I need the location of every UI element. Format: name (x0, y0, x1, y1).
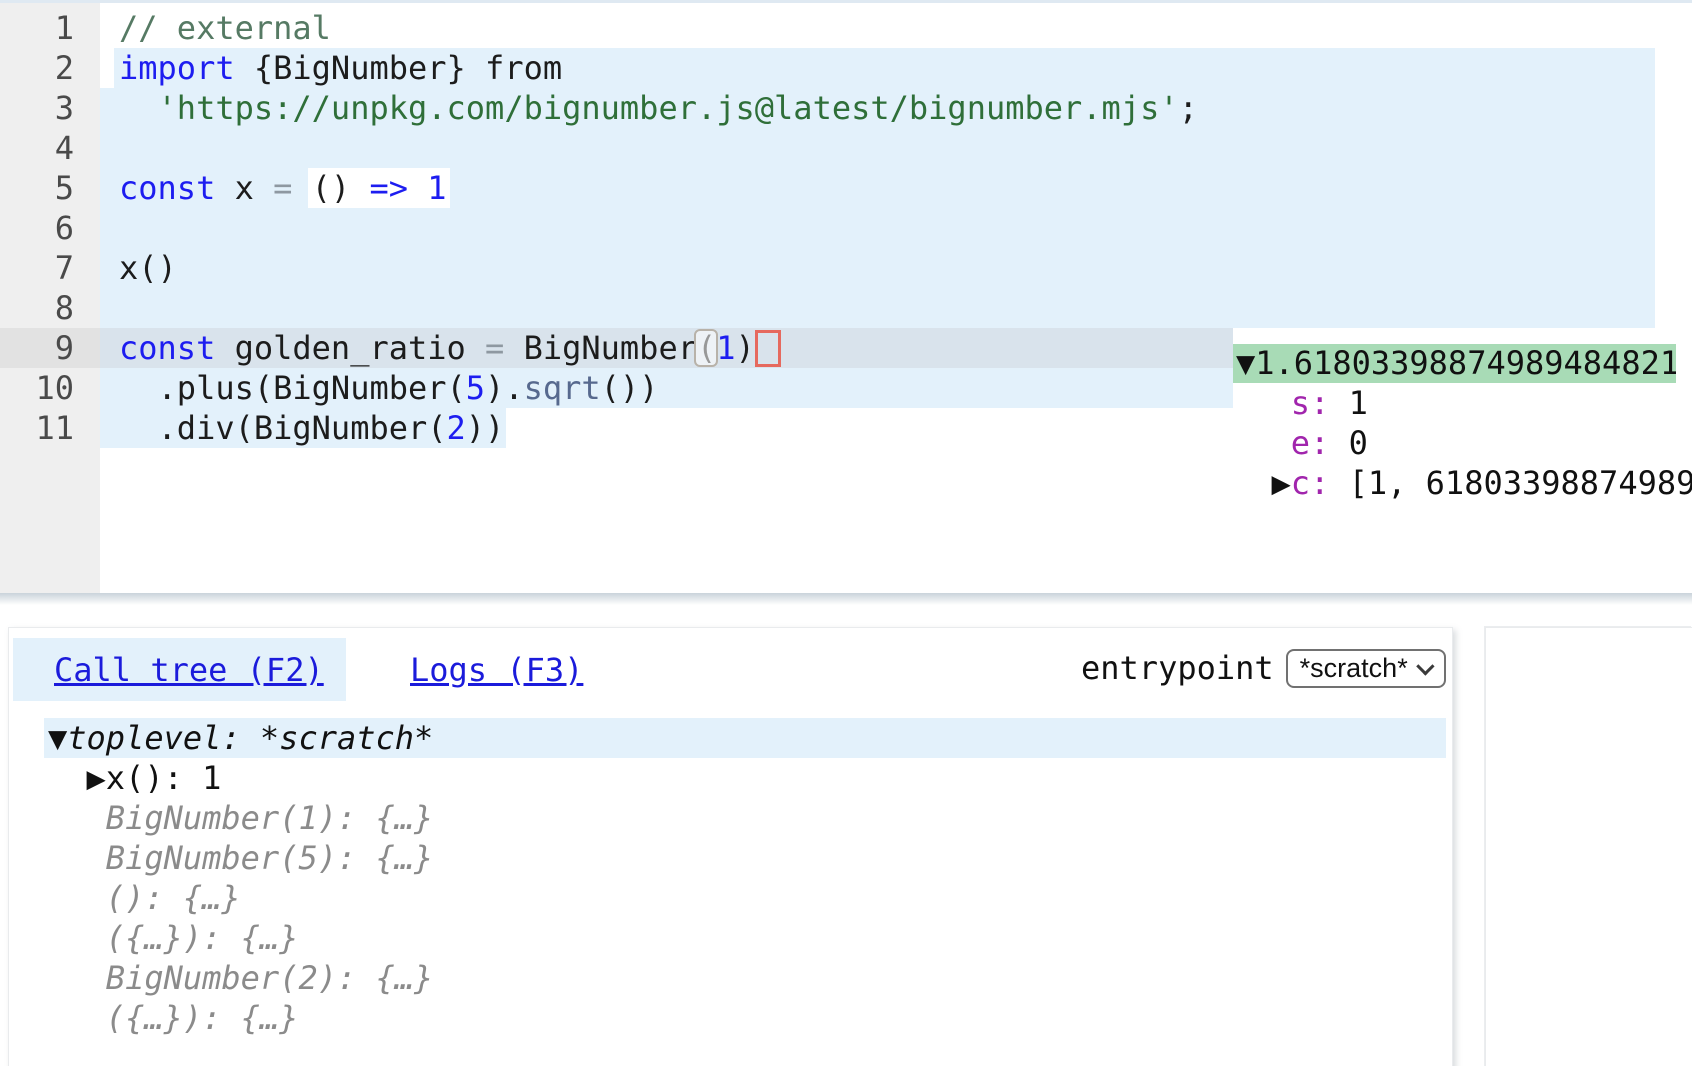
call-tree-row[interactable]: ({…}): {…} (44, 998, 1446, 1038)
call-tree-row[interactable]: ▶x(): 1 (44, 758, 1446, 798)
call-tree-row[interactable]: ({…}): {…} (44, 918, 1446, 958)
bracket-match-box (694, 329, 718, 367)
tab-logs[interactable]: Logs (F3) (346, 638, 583, 701)
line-number: 1 (0, 8, 100, 48)
object-fields: s: 1 e: 0 ▶c: [1, 61803398874989 (1233, 383, 1692, 503)
editor-bottom-shadow (0, 593, 1692, 605)
chevron-down-icon (1416, 657, 1434, 675)
line-number: 9 (0, 328, 100, 368)
code-line[interactable] (119, 288, 1198, 328)
result-value: 1.61803398874989484821 (1255, 344, 1676, 382)
tab-bar: Call tree (F2) Logs (F3) (13, 638, 583, 701)
entrypoint-control: entrypoint *scratch* (1081, 646, 1446, 690)
line-number: 7 (0, 248, 100, 288)
collapse-triangle-icon[interactable]: ▼ (1236, 344, 1255, 382)
line-number: 5 (0, 168, 100, 208)
line-numbers: 1234567891011 (0, 8, 100, 448)
result-value-bar[interactable]: ▼1.61803398874989484821 (1233, 344, 1676, 383)
code-line[interactable] (119, 208, 1198, 248)
call-tree-row[interactable]: BigNumber(5): {…} (44, 838, 1446, 878)
code-editor[interactable]: 1234567891011 // externalimport {BigNumb… (0, 0, 1692, 593)
object-field-row[interactable]: ▶c: [1, 61803398874989 (1233, 463, 1692, 503)
code-line[interactable]: 'https://unpkg.com/bignumber.js@latest/b… (119, 88, 1198, 128)
object-field-row: e: 0 (1233, 423, 1692, 463)
line-number: 2 (0, 48, 100, 88)
object-field-row: s: 1 (1233, 383, 1692, 423)
code-line[interactable]: import {BigNumber} from (119, 48, 1198, 88)
entrypoint-label: entrypoint (1081, 649, 1274, 687)
code-text[interactable]: // externalimport {BigNumber} from 'http… (119, 8, 1198, 448)
code-line[interactable]: x() (119, 248, 1198, 288)
inline-result-overlay: ▼1.61803398874989484821 s: 1 e: 0 ▶c: [1… (1233, 344, 1692, 510)
code-line[interactable]: // external (119, 8, 1198, 48)
entrypoint-selected-value: *scratch* (1300, 653, 1408, 684)
line-number: 11 (0, 408, 100, 448)
code-line[interactable] (119, 128, 1198, 168)
call-tree-row[interactable]: BigNumber(1): {…} (44, 798, 1446, 838)
editor-top-border (0, 0, 1692, 3)
call-tree-tab-link[interactable]: Call tree (F2) (54, 651, 324, 689)
executed-code-highlight-notch (100, 48, 114, 88)
expand-triangle-icon[interactable]: ▶ (87, 758, 106, 798)
line-number: 8 (0, 288, 100, 328)
code-line[interactable]: .plus(BigNumber(5).sqrt()) (119, 368, 1198, 408)
line-number-gutter: 1234567891011 (0, 0, 100, 593)
call-tree-row[interactable]: (): {…} (44, 878, 1446, 918)
line-number: 6 (0, 208, 100, 248)
code-line[interactable]: const x = () => 1 (119, 168, 1198, 208)
entrypoint-select[interactable]: *scratch* (1286, 649, 1446, 688)
line-number: 10 (0, 368, 100, 408)
code-line[interactable]: const golden_ratio = BigNumber(1) (119, 328, 1198, 368)
call-tree-panel: Call tree (F2) Logs (F3) entrypoint *scr… (8, 627, 1453, 1066)
call-tree: ▼toplevel: *scratch* ▶x(): 1 BigNumber(1… (44, 718, 1446, 1038)
tab-call-tree[interactable]: Call tree (F2) (13, 638, 346, 701)
line-number: 3 (0, 88, 100, 128)
line-number: 4 (0, 128, 100, 168)
details-panel (1485, 627, 1692, 1066)
collapse-triangle-icon[interactable]: ▼ (48, 718, 67, 758)
text-cursor (755, 330, 781, 367)
call-tree-row[interactable]: ▼toplevel: *scratch* (44, 718, 1446, 758)
logs-tab-link[interactable]: Logs (F3) (410, 651, 583, 689)
code-line[interactable]: .div(BigNumber(2)) (119, 408, 1198, 448)
leporello-app: 1234567891011 // externalimport {BigNumb… (0, 0, 1692, 1066)
expand-triangle-icon[interactable]: ▶ (1272, 464, 1291, 502)
call-tree-row[interactable]: BigNumber(2): {…} (44, 958, 1446, 998)
